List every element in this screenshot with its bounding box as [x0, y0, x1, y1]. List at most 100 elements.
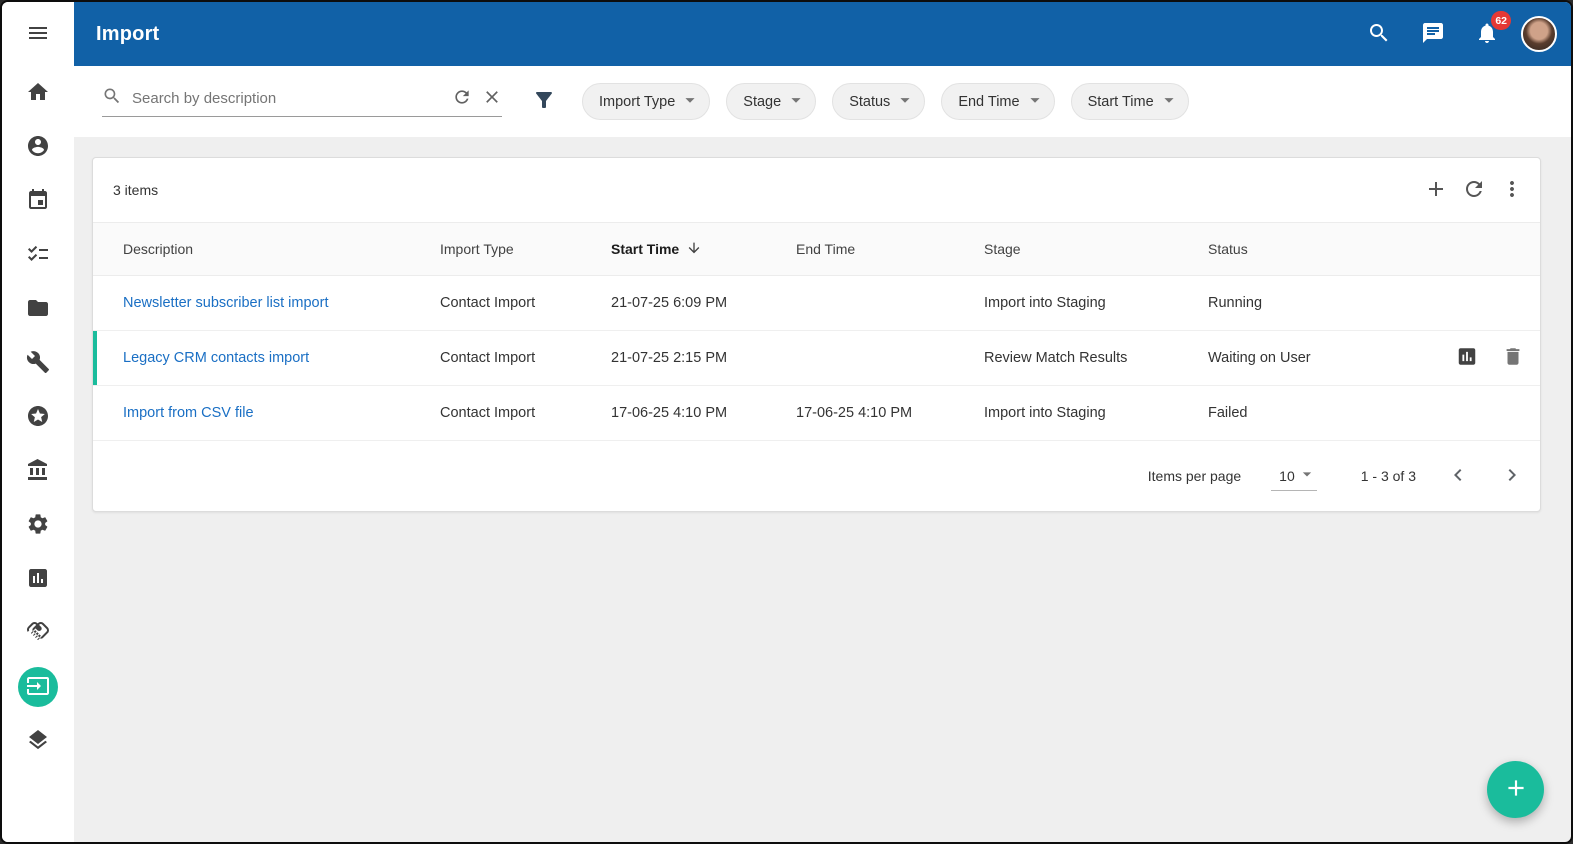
- table-header-row: Description Import Type Start Time End T…: [93, 222, 1540, 276]
- row-stage: Import into Staging: [984, 295, 1208, 311]
- sidebar-item-deals[interactable]: [18, 613, 58, 653]
- sidebar-item-contacts[interactable]: [18, 127, 58, 167]
- sidebar: [2, 2, 74, 842]
- sidebar-item-favorites[interactable]: [18, 397, 58, 437]
- close-icon: [482, 87, 502, 110]
- column-header-description[interactable]: Description: [123, 241, 440, 257]
- filter-pill-status[interactable]: Status: [832, 83, 925, 120]
- folder-icon: [26, 296, 50, 323]
- filter-pills: Import Type Stage Status End Time Start …: [582, 83, 1189, 120]
- previous-page-button[interactable]: [1446, 463, 1470, 490]
- filter-pill-import-type[interactable]: Import Type: [582, 83, 710, 120]
- chat-icon: [1421, 21, 1445, 48]
- chevron-down-icon: [1297, 464, 1317, 487]
- row-status: Running: [1208, 295, 1540, 311]
- user-avatar[interactable]: [1521, 16, 1557, 52]
- topbar-actions: 62: [1359, 14, 1557, 54]
- page-title: Import: [96, 23, 159, 46]
- table-row[interactable]: Newsletter subscriber list import Contac…: [93, 276, 1540, 331]
- search-icon: [1367, 21, 1391, 48]
- card-header: 3 items: [93, 158, 1540, 222]
- star-circle-icon: [26, 404, 50, 431]
- trash-icon: [1502, 346, 1524, 371]
- sidebar-item-accounts[interactable]: [18, 451, 58, 491]
- row-stage: Import into Staging: [984, 405, 1208, 421]
- account-circle-icon: [26, 134, 50, 161]
- filter-pill-stage[interactable]: Stage: [726, 83, 816, 120]
- row-report-button[interactable]: [1456, 346, 1478, 371]
- pill-label: Stage: [743, 94, 781, 110]
- column-label: Import Type: [440, 241, 514, 257]
- pill-label: Start Time: [1088, 94, 1154, 110]
- hamburger-menu-button[interactable]: [18, 14, 58, 54]
- row-description-link[interactable]: Legacy CRM contacts import: [123, 350, 440, 366]
- menu-icon: [26, 21, 50, 48]
- row-actions: [1456, 346, 1524, 371]
- sidebar-item-files[interactable]: [18, 289, 58, 329]
- search-refresh-button[interactable]: [452, 87, 472, 110]
- filter-pill-start-time[interactable]: Start Time: [1071, 83, 1189, 120]
- row-end-time: 17-06-25 4:10 PM: [796, 405, 984, 421]
- row-start-time: 21-07-25 2:15 PM: [611, 350, 796, 366]
- chevron-down-icon: [679, 89, 701, 115]
- sidebar-item-home[interactable]: [18, 73, 58, 113]
- column-header-stage[interactable]: Stage: [984, 241, 1208, 257]
- layers-icon: [26, 728, 50, 755]
- global-search-button[interactable]: [1359, 14, 1399, 54]
- row-start-time: 21-07-25 6:09 PM: [611, 295, 796, 311]
- row-import-type: Contact Import: [440, 350, 611, 366]
- sidebar-item-tasks[interactable]: [18, 235, 58, 275]
- refresh-table-button[interactable]: [1462, 177, 1486, 204]
- calendar-icon: [26, 188, 50, 215]
- chevron-left-icon: [1446, 463, 1470, 490]
- column-header-start-time[interactable]: Start Time: [611, 240, 796, 259]
- pill-label: Import Type: [599, 94, 675, 110]
- sidebar-item-layers[interactable]: [18, 721, 58, 761]
- more-options-button[interactable]: [1500, 177, 1524, 204]
- card-actions: [1424, 177, 1524, 204]
- column-label: Description: [123, 241, 193, 257]
- chevron-down-icon: [785, 89, 807, 115]
- refresh-icon: [452, 87, 472, 110]
- chevron-down-icon: [894, 89, 916, 115]
- filter-button[interactable]: [532, 88, 556, 115]
- gear-icon: [26, 512, 50, 539]
- sidebar-item-analytics[interactable]: [18, 559, 58, 599]
- pill-label: Status: [849, 94, 890, 110]
- row-import-type: Contact Import: [440, 405, 611, 421]
- create-import-fab[interactable]: [1487, 761, 1544, 818]
- home-icon: [26, 80, 50, 107]
- table-row[interactable]: Import from CSV file Contact Import 17-0…: [93, 386, 1540, 441]
- column-header-status[interactable]: Status: [1208, 241, 1540, 257]
- row-description-link[interactable]: Import from CSV file: [123, 405, 440, 421]
- add-import-button[interactable]: [1424, 177, 1448, 204]
- search-icon: [102, 86, 122, 111]
- table-row[interactable]: Legacy CRM contacts import Contact Impor…: [93, 331, 1540, 386]
- page-size-select[interactable]: 10: [1271, 461, 1317, 491]
- import-icon: [26, 674, 50, 701]
- refresh-icon: [1462, 177, 1486, 204]
- pagination-range: 1 - 3 of 3: [1361, 468, 1416, 484]
- next-page-button[interactable]: [1500, 463, 1524, 490]
- messages-button[interactable]: [1413, 14, 1453, 54]
- column-header-end-time[interactable]: End Time: [796, 241, 984, 257]
- table-pagination: Items per page 10 1 - 3 of 3: [93, 441, 1540, 511]
- column-label: End Time: [796, 241, 855, 257]
- notifications-button[interactable]: 62: [1467, 14, 1507, 54]
- sidebar-item-import[interactable]: [18, 667, 58, 707]
- column-header-import-type[interactable]: Import Type: [440, 241, 611, 257]
- chevron-right-icon: [1500, 463, 1524, 490]
- sidebar-item-settings[interactable]: [18, 505, 58, 545]
- search-clear-button[interactable]: [482, 87, 502, 110]
- row-stage: Review Match Results: [984, 350, 1208, 366]
- row-description-link[interactable]: Newsletter subscriber list import: [123, 295, 440, 311]
- column-label: Start Time: [611, 241, 679, 257]
- sidebar-item-tools[interactable]: [18, 343, 58, 383]
- sidebar-item-calendar[interactable]: [18, 181, 58, 221]
- filter-pill-end-time[interactable]: End Time: [941, 83, 1054, 120]
- chevron-down-icon: [1024, 89, 1046, 115]
- notification-badge: 62: [1491, 11, 1511, 30]
- row-delete-button[interactable]: [1502, 346, 1524, 371]
- search-input[interactable]: [132, 90, 442, 107]
- filter-funnel-icon: [532, 88, 556, 115]
